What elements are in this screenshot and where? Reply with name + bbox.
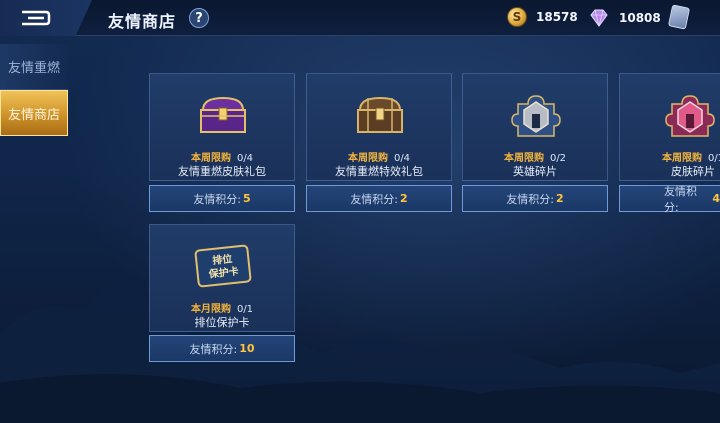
price-value: 5 — [243, 192, 251, 205]
buy-button[interactable]: 友情积分: 2 — [306, 185, 452, 212]
price-value: 10 — [239, 342, 255, 355]
background-landscape — [0, 280, 720, 423]
price-value: 2 — [556, 192, 564, 205]
item-name: 皮肤碎片 — [671, 165, 715, 178]
help-button[interactable]: ? — [189, 8, 209, 28]
sidebar: 友情重燃 友情商店 — [0, 40, 70, 423]
pink-puzzle-icon — [665, 95, 715, 137]
shop-item-card[interactable]: 本周限购 0/2 英雄碎片 — [462, 73, 608, 181]
gold-coin-icon: S — [507, 7, 527, 27]
shop-item-card[interactable]: 本周限购 0/4 友情重燃特效礼包 — [306, 73, 452, 181]
ranked-protection-card-icon: 排位 保护卡 — [194, 244, 252, 288]
brown-chest-icon — [357, 96, 403, 133]
gem-amount: 10808 — [619, 11, 661, 25]
diamond-icon — [590, 9, 608, 27]
back-button[interactable] — [0, 0, 92, 36]
item-name: 友情重燃皮肤礼包 — [178, 165, 266, 178]
purple-chest-icon — [200, 96, 246, 133]
item-name: 排位保护卡 — [194, 316, 250, 329]
buy-button[interactable]: 友情积分: 5 — [149, 185, 295, 212]
price-label: 友情积分: — [506, 192, 555, 206]
back-arrow-icon — [22, 10, 51, 26]
shop-item-card[interactable]: 本周限购 0/4 友情重燃皮肤礼包 — [149, 73, 295, 181]
buy-button[interactable]: 友情积分: 4 — [619, 184, 720, 214]
buy-button[interactable]: 友情积分: 10 — [149, 335, 295, 362]
sidebar-item-friendship-rekindle[interactable]: 友情重燃 — [0, 44, 68, 90]
shop-item-card[interactable]: 本周限购0/1 皮肤碎片 — [619, 73, 720, 181]
price-value: 2 — [400, 192, 408, 205]
ticket-icon[interactable] — [667, 4, 691, 30]
price-label: 友情积分: — [189, 342, 238, 356]
gold-amount: 18578 — [536, 10, 578, 24]
price-label: 友情积分: — [193, 192, 242, 206]
item-name: 英雄碎片 — [513, 165, 557, 178]
buy-button[interactable]: 友情积分: 2 — [462, 185, 608, 212]
price-value: 4 — [712, 192, 720, 205]
sidebar-item-friendship-shop[interactable]: 友情商店 — [0, 90, 68, 136]
gem-currency: 10808 — [588, 7, 661, 29]
page-title: 友情商店 — [108, 12, 177, 31]
gold-currency: S 18578 — [507, 7, 578, 27]
price-label: 友情积分: — [664, 184, 697, 214]
helmet-puzzle-icon — [511, 95, 561, 137]
shop-item-card[interactable]: 排位 保护卡 本月限购 0/1 排位保护卡 — [149, 224, 295, 332]
price-label: 友情积分: — [350, 192, 399, 206]
top-bar: 友情商店 ? S 18578 10808 — [0, 0, 720, 36]
item-name: 友情重燃特效礼包 — [335, 165, 423, 178]
